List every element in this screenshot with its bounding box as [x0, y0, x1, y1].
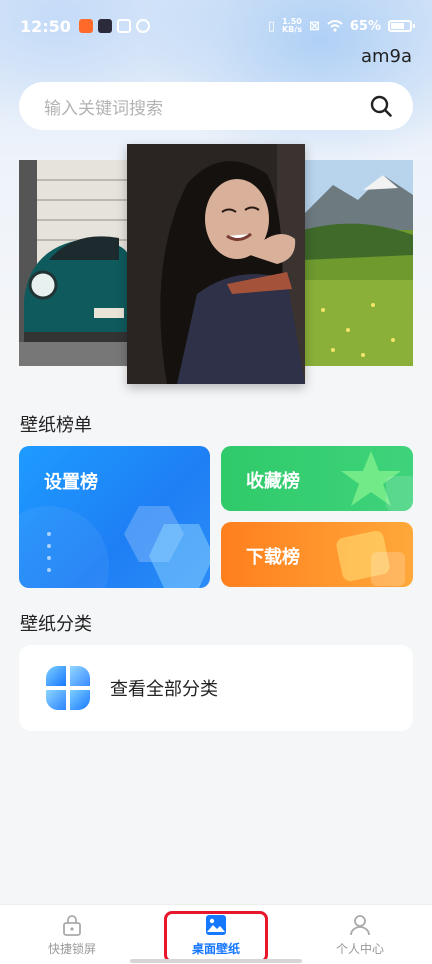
categories-title: 壁纸分类 [20, 614, 92, 635]
carousel-slide-portrait[interactable] [127, 144, 305, 384]
download-ranking-card[interactable]: 下载榜 [221, 522, 413, 587]
lock-icon [63, 914, 81, 936]
tab-highlight-box [164, 911, 268, 963]
tab-personal-center[interactable]: 个人中心 [288, 905, 432, 964]
setting-ranking-label: 设置榜 [44, 472, 98, 493]
tab-desktop-wallpaper[interactable]: 桌面壁纸 [144, 905, 288, 964]
download-ranking-label: 下载榜 [246, 547, 300, 568]
battery-icon [388, 20, 415, 32]
network-speed-unit: KB/s [281, 25, 302, 34]
wallpaper-carousel[interactable] [0, 140, 432, 390]
wifi-icon [327, 20, 343, 32]
network-speed: 1.50 KB/s [282, 18, 302, 34]
sync-icon [135, 19, 150, 33]
status-bar: 12:50 ▯ 1.50 KB/s ⊠ 65% [0, 0, 432, 52]
user-icon [350, 914, 370, 935]
notification-app-icon [78, 19, 93, 33]
search-placeholder[interactable]: 输入关键词搜索 [44, 94, 369, 119]
bottom-tab-bar: 快捷锁屏 桌面壁纸 个人中心 [0, 904, 432, 964]
status-right: ▯ 1.50 KB/s ⊠ 65% [267, 18, 415, 34]
carousel-slide-landscape[interactable] [303, 160, 413, 366]
vibrate-icon: ▯ [267, 18, 275, 34]
view-all-categories-button[interactable]: 查看全部分类 [19, 645, 413, 731]
calendar-icon [116, 19, 131, 33]
favorite-ranking-card[interactable]: 收藏榜 [221, 446, 413, 511]
home-indicator[interactable] [130, 959, 302, 963]
favorite-ranking-label: 收藏榜 [246, 471, 300, 492]
view-all-categories-label: 查看全部分类 [110, 679, 218, 700]
search-icon[interactable] [369, 94, 393, 118]
video-app-icon [97, 19, 112, 33]
carousel-slide-car[interactable] [19, 160, 129, 366]
categories-grid-icon [46, 666, 90, 710]
tab-personal-center-label: 个人中心 [335, 941, 384, 956]
setting-ranking-card[interactable]: 设置榜 [19, 446, 210, 588]
tab-quick-lockscreen[interactable]: 快捷锁屏 [0, 905, 144, 964]
username[interactable]: am9a [361, 46, 412, 67]
status-time: 12:50 [20, 16, 71, 36]
search-bar[interactable]: 输入关键词搜索 [19, 82, 413, 130]
battery-percent: 65% [349, 18, 381, 34]
sim-icon: ⊠ [308, 18, 320, 34]
tab-quick-lockscreen-label: 快捷锁屏 [47, 941, 96, 956]
rankings-title: 壁纸榜单 [20, 415, 92, 436]
